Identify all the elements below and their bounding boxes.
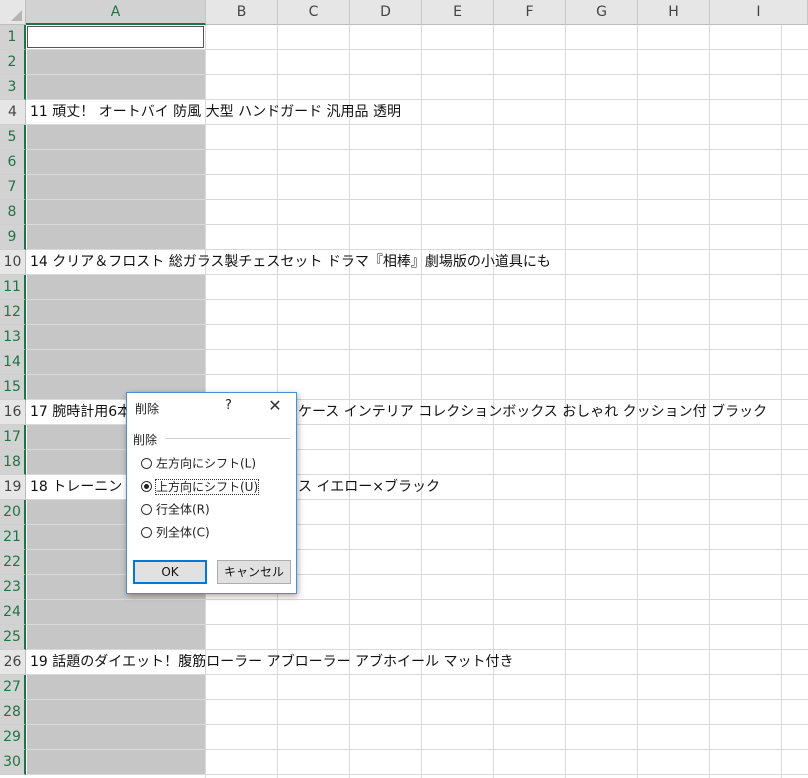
row-header-15[interactable]: 15 [0, 375, 26, 400]
selected-cell-a3[interactable] [27, 75, 205, 99]
selected-cell-a5[interactable] [27, 125, 205, 149]
radio-shift-left[interactable]: 左方向にシフト(L) [141, 454, 256, 472]
group-divider [165, 438, 291, 439]
cell-a10[interactable]: 14 クリア＆フロスト 総ガラス製チェスセット ドラマ『相棒』劇場版の小道具にも [30, 250, 551, 275]
gridline [26, 774, 808, 775]
selected-cell-a8[interactable] [27, 200, 205, 224]
cell-a19-overflow: ス イエロー×ブラック [298, 479, 441, 495]
column-header-i[interactable]: I [710, 0, 808, 25]
selected-cell-a28[interactable] [27, 700, 205, 724]
row-header-14[interactable]: 14 [0, 350, 26, 375]
cell-a16[interactable]: 17 腕時計用6本 [30, 400, 131, 425]
close-icon[interactable]: ✕ [265, 396, 285, 416]
ok-button[interactable]: OK [133, 560, 207, 584]
active-cell-a1[interactable] [26, 25, 205, 49]
row-header-12[interactable]: 12 [0, 300, 26, 325]
column-header-g[interactable]: G [566, 0, 638, 25]
cell-a4[interactable]: 11 頑丈！ オートバイ 防風 大型 ハンドガード 汎用品 透明 [30, 100, 401, 125]
column-header-c[interactable]: C [278, 0, 350, 25]
radio-shift-up[interactable]: 上方向にシフト(U) [141, 477, 260, 495]
selected-cell-a24[interactable] [27, 600, 205, 624]
row-header-17[interactable]: 17 [0, 425, 26, 450]
selected-cell-a13[interactable] [27, 325, 205, 349]
column-header-a[interactable]: A [26, 0, 206, 25]
selected-cell-a7[interactable] [27, 175, 205, 199]
row-header-27[interactable]: 27 [0, 675, 26, 700]
radio-entire-column[interactable]: 列全体(C) [141, 523, 210, 541]
row-header-4[interactable]: 4 [0, 100, 26, 125]
cell-a19[interactable]: 18 トレーニン [30, 475, 122, 500]
column-header-h[interactable]: H [638, 0, 710, 25]
column-header-d[interactable]: D [350, 0, 422, 25]
row-header-24[interactable]: 24 [0, 600, 26, 625]
row-header-25[interactable]: 25 [0, 625, 26, 650]
row-header-19[interactable]: 19 [0, 475, 26, 500]
row-header-13[interactable]: 13 [0, 325, 26, 350]
radio-selected-icon [141, 481, 152, 492]
row-header-8[interactable]: 8 [0, 200, 26, 225]
cell-a26[interactable]: 19 話題のダイエット！腹筋ローラー アブローラー アブホイール マット付き [30, 650, 513, 675]
row-header-6[interactable]: 6 [0, 150, 26, 175]
radio-entire-row[interactable]: 行全体(R) [141, 500, 210, 518]
row-header-18[interactable]: 18 [0, 450, 26, 475]
selected-cell-a27[interactable] [27, 675, 205, 699]
selected-cell-a25[interactable] [27, 625, 205, 649]
selected-cell-a9[interactable] [27, 225, 205, 249]
row-header-29[interactable]: 29 [0, 725, 26, 750]
spreadsheet[interactable]: A B C D E F G H I 1 2 3 4 5 6 7 8 9 10 11 12 13 14 15 1… [0, 0, 808, 778]
selected-cell-a29[interactable] [27, 725, 205, 749]
group-label: 削除 [133, 433, 158, 447]
row-header-28[interactable]: 28 [0, 700, 26, 725]
select-all-corner[interactable] [0, 0, 26, 25]
radio-icon [141, 504, 152, 515]
row-header-1[interactable]: 1 [0, 25, 26, 50]
selected-cell-a14[interactable] [27, 350, 205, 374]
row-header-2[interactable]: 2 [0, 50, 26, 75]
cell-a16-overflow: ケース インテリア コレクションボックス おしゃれ クッション付 ブラック [298, 404, 768, 420]
dialog-title: 削除 [135, 402, 160, 416]
row-header-22[interactable]: 22 [0, 550, 26, 575]
row-header-16[interactable]: 16 [0, 400, 26, 425]
row-header-26[interactable]: 26 [0, 650, 26, 675]
radio-icon [141, 527, 152, 538]
row-header-9[interactable]: 9 [0, 225, 26, 250]
selected-cell-a2[interactable] [27, 50, 205, 74]
help-icon[interactable]: ? [225, 398, 232, 413]
row-header-21[interactable]: 21 [0, 525, 26, 550]
cancel-button[interactable]: キャンセル [217, 560, 291, 584]
row-header-30[interactable]: 30 [0, 750, 26, 775]
column-header-f[interactable]: F [494, 0, 566, 25]
row-header-5[interactable]: 5 [0, 125, 26, 150]
selected-cell-a30[interactable] [27, 750, 205, 774]
row-header-7[interactable]: 7 [0, 175, 26, 200]
column-header-b[interactable]: B [206, 0, 278, 25]
radio-icon [141, 458, 152, 469]
selected-cell-a6[interactable] [27, 150, 205, 174]
row-header-3[interactable]: 3 [0, 75, 26, 100]
row-header-10[interactable]: 10 [0, 250, 26, 275]
delete-dialog: 削除 ? ✕ 削除 左方向にシフト(L) 上方向にシフト(U) 行全体(R) 列… [126, 392, 297, 594]
row-header-23[interactable]: 23 [0, 575, 26, 600]
gridline [781, 25, 782, 778]
selected-cell-a12[interactable] [27, 300, 205, 324]
column-header-e[interactable]: E [422, 0, 494, 25]
selected-cell-a11[interactable] [27, 275, 205, 299]
row-header-20[interactable]: 20 [0, 500, 26, 525]
row-header-11[interactable]: 11 [0, 275, 26, 300]
